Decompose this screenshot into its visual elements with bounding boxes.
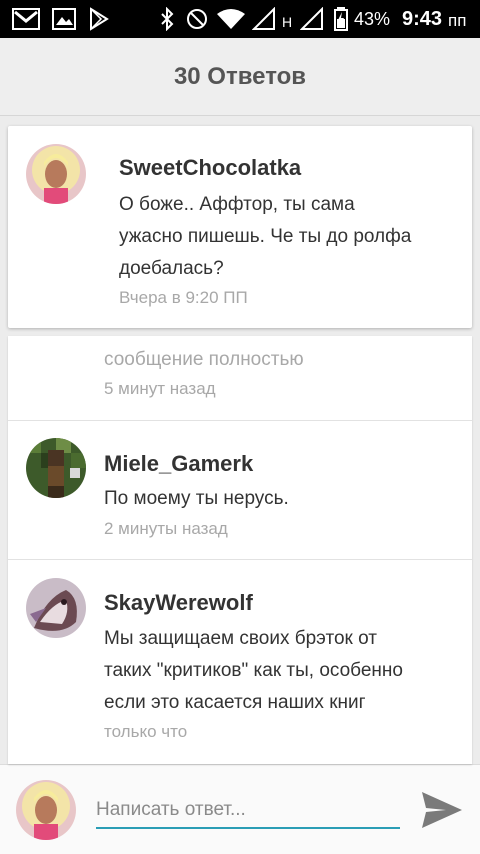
send-button[interactable] [418, 789, 466, 833]
comment-timestamp: только что [104, 722, 188, 741]
comment-row[interactable]: Miele_Gamerk По моему ты нерусь. 2 минут… [8, 421, 472, 560]
battery-percent: 43% [354, 9, 391, 29]
app-header: 30 Ответов [0, 38, 480, 116]
comment-timestamp: 2 минуты назад [104, 519, 228, 538]
avatar[interactable] [26, 578, 86, 638]
wifi-icon [216, 7, 246, 31]
comment-text-line: О боже.. Аффтор, ты сама [119, 194, 355, 215]
page-title: 30 Ответов [173, 62, 307, 90]
status-bar: H 43% 9:43 пп [0, 0, 480, 38]
comment-timestamp: Вчера в 9:20 ПП [119, 288, 248, 307]
avatar[interactable] [26, 438, 86, 498]
signal-2-icon [300, 7, 324, 31]
play-store-icon [88, 7, 110, 31]
signal-icon [252, 7, 276, 31]
comment-username[interactable]: Miele_Gamerk [104, 451, 253, 477]
battery-icon [334, 7, 348, 31]
bluetooth-icon [160, 7, 174, 31]
avatar[interactable] [26, 144, 86, 204]
reply-input[interactable] [96, 793, 400, 829]
reply-compose-bar [0, 764, 480, 854]
clock-ampm: пп [448, 11, 467, 30]
do-not-disturb-icon [186, 7, 208, 31]
comment-text-line: По моему ты нерусь. [104, 488, 289, 509]
comment-row[interactable]: сообщение полностью 5 минут назад [8, 336, 472, 421]
comment-row[interactable]: SkayWerewolf Мы защищаем своих брэток от… [8, 560, 472, 764]
comment-timestamp: 5 минут назад [104, 379, 216, 398]
gmail-icon [12, 7, 40, 31]
send-icon [422, 791, 462, 828]
gallery-icon [52, 7, 76, 31]
my-avatar [16, 780, 76, 840]
network-type-label: H [282, 14, 293, 30]
clock: 9:43 [402, 8, 443, 30]
pinned-comment-card[interactable]: SweetChocolatka О боже.. Аффтор, ты сама… [8, 126, 472, 328]
comments-list[interactable]: сообщение полностью 5 минут назад Miele_… [8, 336, 472, 764]
comment-username[interactable]: SkayWerewolf [104, 590, 253, 616]
comment-text-line: если это касается наших книг [104, 692, 366, 713]
comment-text-line: ужасно пишешь. Че ты до ролфа [119, 226, 412, 247]
comment-text-line: сообщение полностью [104, 349, 304, 370]
comment-username[interactable]: SweetChocolatka [119, 155, 301, 181]
comment-text-line: Мы защищаем своих брэток от [104, 628, 377, 649]
comment-text-line: доебалась? [119, 258, 224, 279]
comment-text-line: таких "критиков" как ты, особенно [104, 660, 403, 681]
